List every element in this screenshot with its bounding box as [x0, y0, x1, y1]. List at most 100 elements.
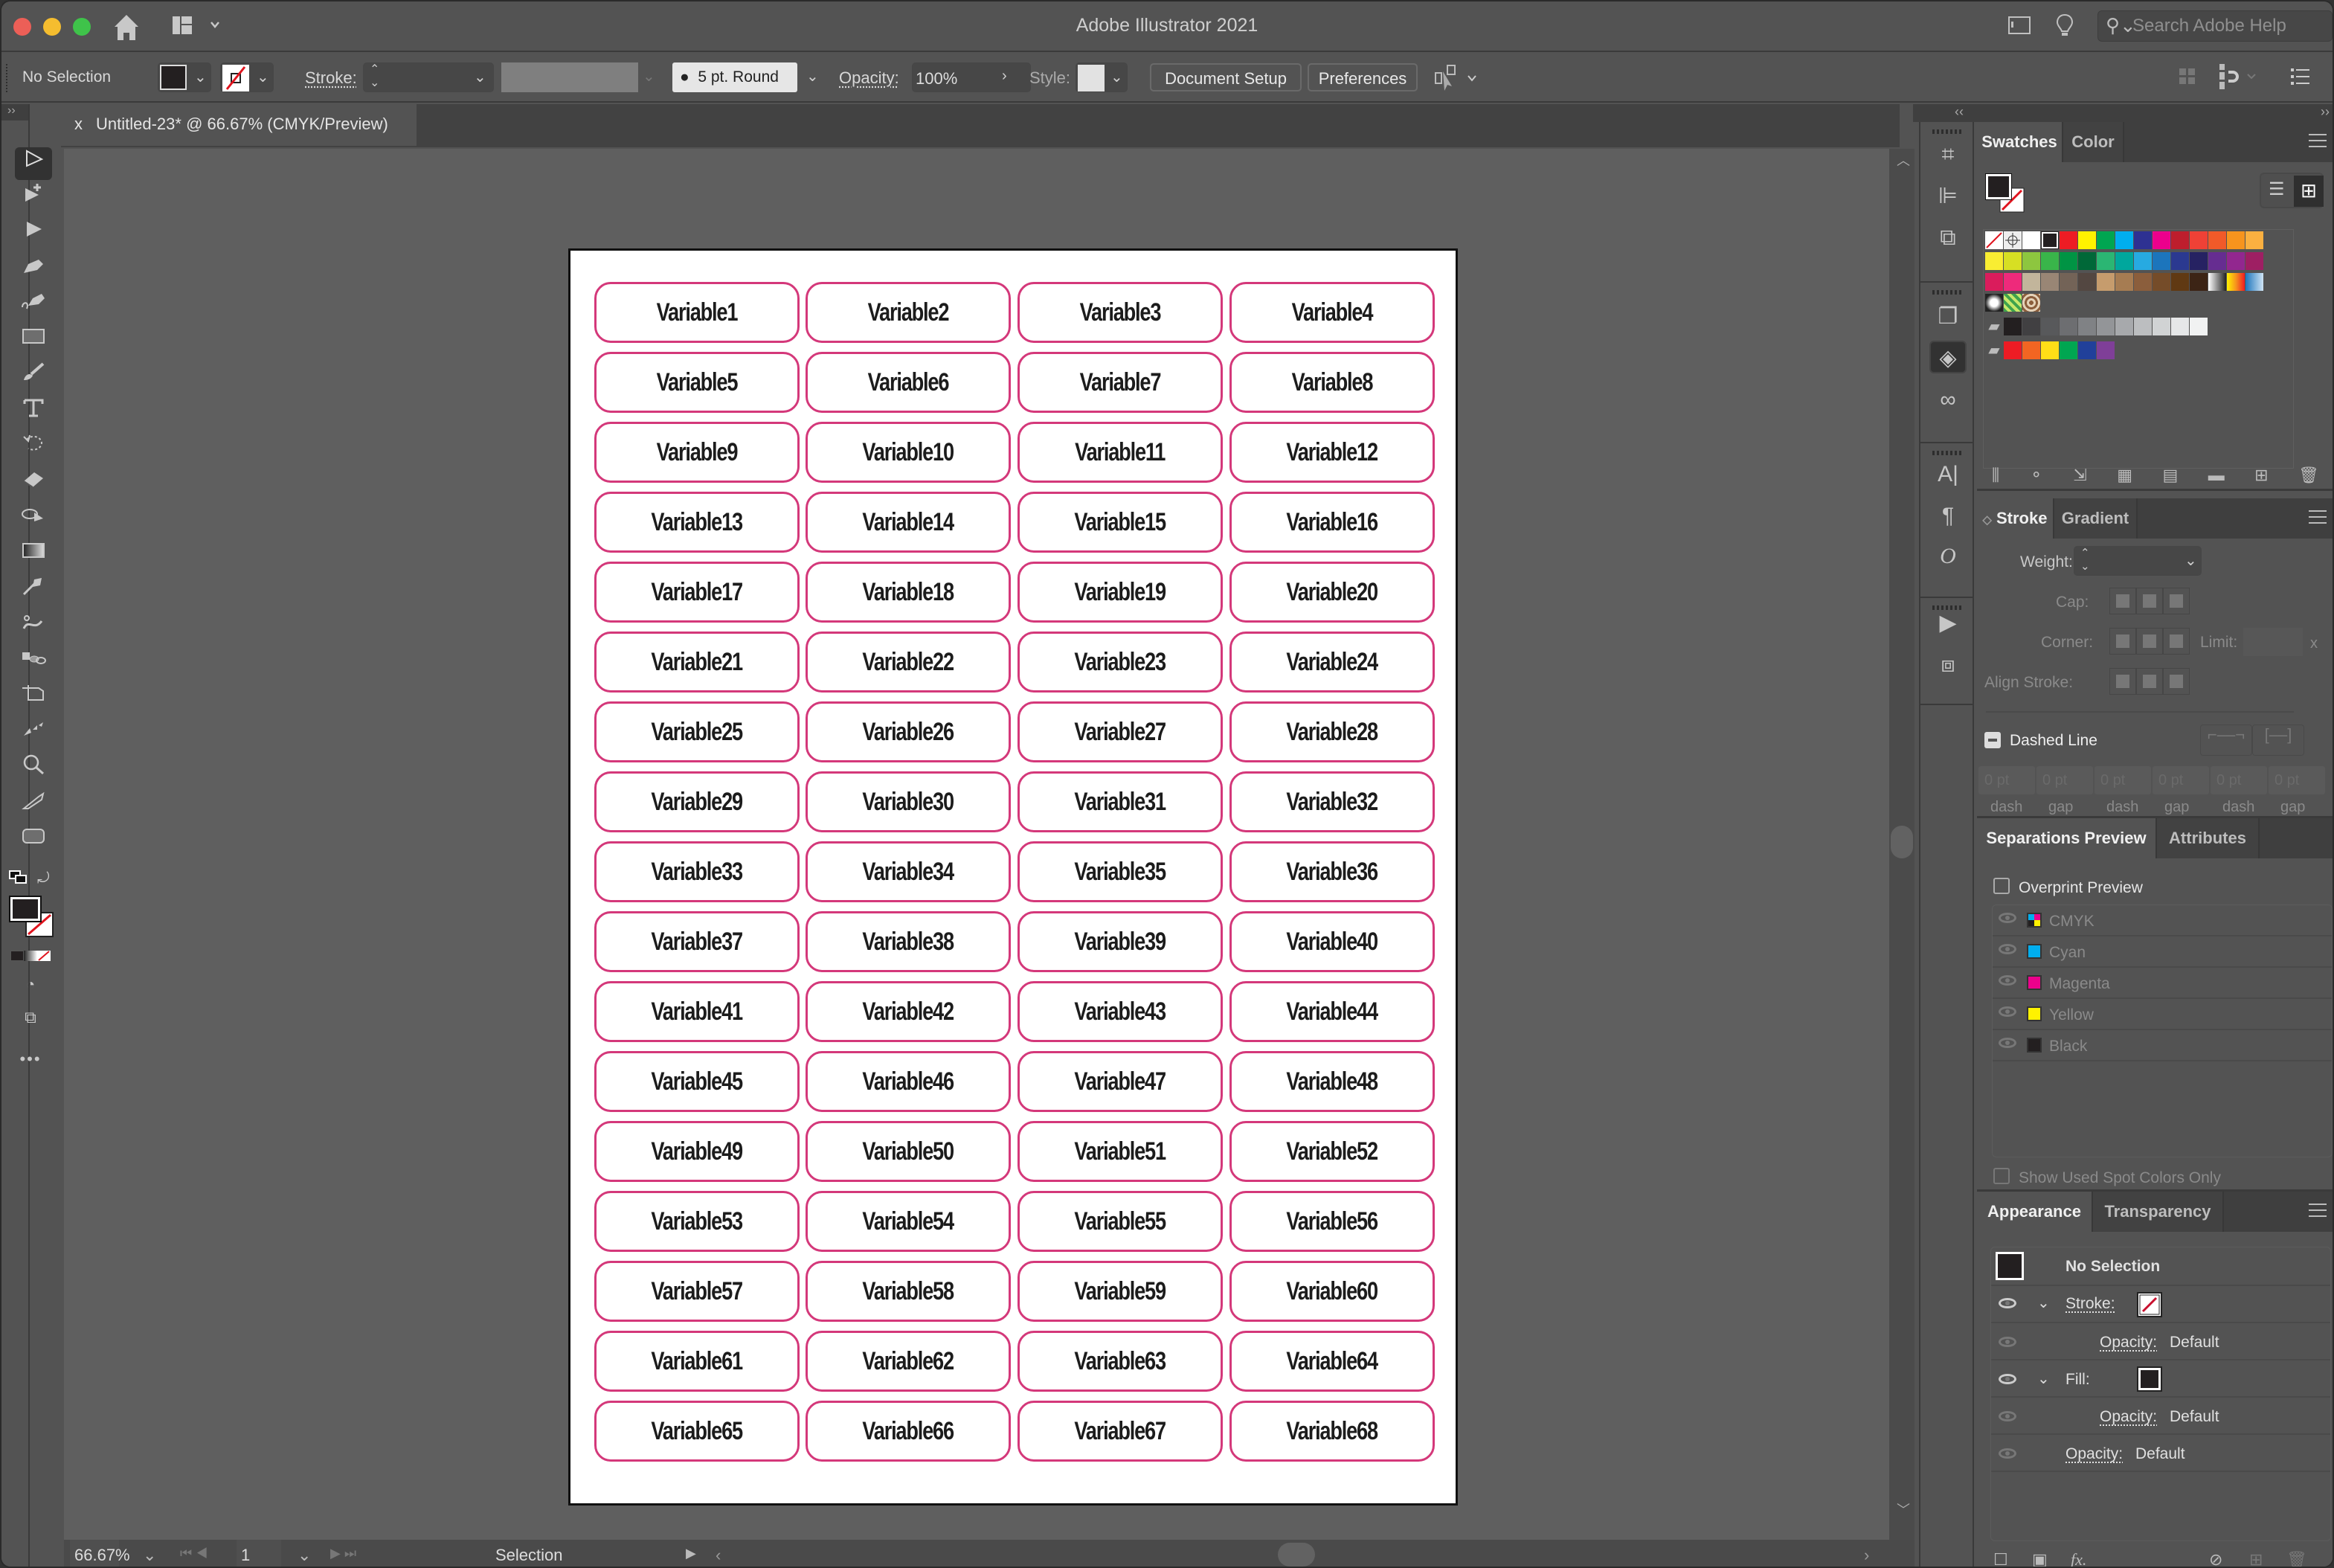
color-swatch[interactable]: [2022, 341, 2040, 359]
variable-label-card[interactable]: Variable23: [1017, 632, 1223, 693]
paragraph-panel-icon[interactable]: ¶: [1929, 500, 1967, 533]
search-adobe-help-input[interactable]: ⚲⌄ Search Adobe Help: [2097, 10, 2333, 42]
chevron-down-icon[interactable]: ⌄: [2184, 551, 2197, 570]
variable-label-card[interactable]: Variable53: [594, 1191, 800, 1252]
align-panel-icon[interactable]: ⊫: [1929, 180, 1967, 213]
color-swatch[interactable]: [2022, 273, 2040, 291]
variable-label-card[interactable]: Variable44: [1229, 981, 1435, 1042]
align-inside-button[interactable]: [2136, 668, 2163, 695]
color-swatch[interactable]: [2115, 273, 2133, 291]
variable-label-card[interactable]: Variable14: [806, 492, 1011, 553]
variable-label-card[interactable]: Variable58: [806, 1261, 1011, 1322]
visibility-eye-icon[interactable]: [1999, 1411, 2016, 1421]
rounded-rectangle-tool[interactable]: [15, 824, 52, 857]
swatch-options-icon[interactable]: ▦: [2117, 466, 2132, 485]
panel-menu-icon[interactable]: [2309, 134, 2327, 147]
color-swatch[interactable]: [2041, 231, 2059, 249]
color-swatch[interactable]: [2097, 252, 2115, 270]
color-swatch[interactable]: [2134, 273, 2152, 291]
variable-label-card[interactable]: Variable41: [594, 981, 800, 1042]
status-menu-icon[interactable]: ▶: [686, 1540, 696, 1567]
scroll-left-icon[interactable]: ‹: [716, 1540, 721, 1567]
variable-label-card[interactable]: Variable9: [594, 422, 800, 483]
list-view-icon[interactable]: ☰: [2269, 181, 2286, 199]
zoom-tool[interactable]: [15, 753, 52, 785]
eraser-tool[interactable]: [15, 467, 52, 500]
variable-label-card[interactable]: Variable62: [806, 1331, 1011, 1392]
disclosure-chevron-icon[interactable]: ⌄: [2037, 1369, 2050, 1388]
color-swatch[interactable]: [2078, 252, 2096, 270]
orange-yellow-gradient-swatch[interactable]: [2227, 273, 2245, 291]
delete-swatch-icon[interactable]: 🗑: [2298, 466, 2319, 485]
white-black-gradient-swatch[interactable]: [2208, 273, 2226, 291]
add-new-effect-icon[interactable]: fx.: [2071, 1550, 2086, 1567]
tab-transparency[interactable]: Transparency: [2093, 1192, 2224, 1232]
variable-label-card[interactable]: Variable5: [594, 352, 800, 413]
round-cap-button[interactable]: [2136, 588, 2163, 614]
variable-label-card[interactable]: Variable59: [1017, 1261, 1223, 1322]
panel-group-grip[interactable]: [1932, 129, 1964, 134]
fill-opacity-row[interactable]: Opacity: Default: [1991, 1399, 2330, 1435]
gap-field[interactable]: 0 pt: [2153, 766, 2209, 794]
plate-row[interactable]: Yellow: [1993, 999, 2332, 1030]
visibility-eye-icon[interactable]: [1999, 944, 2016, 954]
color-swatch[interactable]: [2190, 318, 2208, 335]
opacity-label[interactable]: Opacity:: [839, 68, 899, 88]
lightbulb-icon[interactable]: [2056, 13, 2074, 39]
duplicate-item-icon[interactable]: ⊞: [2249, 1550, 2263, 1567]
variable-label-card[interactable]: Variable2: [806, 282, 1011, 343]
align-outside-button[interactable]: [2163, 668, 2190, 695]
new-swatch-icon[interactable]: ⊞: [2254, 466, 2268, 485]
pathfinder-panel-icon[interactable]: ⧉: [1929, 222, 1967, 254]
variable-label-card[interactable]: Variable19: [1017, 562, 1223, 623]
grid-view-icon[interactable]: ⊞: [2294, 176, 2324, 207]
paintbrush-tool[interactable]: [15, 360, 52, 393]
add-new-fill-icon[interactable]: ▣: [2032, 1550, 2048, 1567]
fill-color-box[interactable]: [9, 896, 42, 922]
add-new-stroke-icon[interactable]: ☐: [1993, 1550, 2008, 1567]
actions-panel-icon[interactable]: ▶: [1929, 607, 1967, 640]
color-swatch[interactable]: [2115, 252, 2133, 270]
variable-label-card[interactable]: Variable51: [1017, 1121, 1223, 1182]
fill-attribute-label[interactable]: Fill:: [2065, 1371, 2090, 1389]
variable-label-card[interactable]: Variable10: [806, 422, 1011, 483]
variable-label-card[interactable]: Variable66: [806, 1401, 1011, 1462]
color-swatch[interactable]: [2004, 318, 2022, 335]
projecting-cap-button[interactable]: [2163, 588, 2190, 614]
document-tab[interactable]: x Untitled-23* @ 66.67% (CMYK/Preview): [61, 104, 417, 146]
opacity-label[interactable]: Opacity:: [2100, 1334, 2157, 1352]
stepper-icon[interactable]: ⌃ ⌄: [2080, 547, 2090, 573]
fade-swatch[interactable]: [1985, 294, 2003, 312]
color-swatch[interactable]: [2078, 231, 2096, 249]
arrange-documents-icon[interactable]: [2008, 15, 2031, 36]
variable-label-card[interactable]: Variable1: [594, 282, 800, 343]
variable-label-card[interactable]: Variable63: [1017, 1331, 1223, 1392]
stroke-none-swatch[interactable]: [2137, 1292, 2162, 1317]
eyedropper-tool[interactable]: [15, 574, 52, 607]
visibility-eye-icon[interactable]: [1999, 913, 2016, 923]
select-similar-icon[interactable]: [1433, 64, 1477, 94]
variable-label-card[interactable]: Variable60: [1229, 1261, 1435, 1322]
fill-color-dropdown[interactable]: ⌄: [158, 62, 211, 92]
place-swatches-icon[interactable]: ⇲: [2073, 466, 2086, 485]
curvature-tool[interactable]: [15, 289, 52, 321]
scroll-up-icon[interactable]: ︿: [1897, 150, 1910, 170]
variable-label-card[interactable]: Variable52: [1229, 1121, 1435, 1182]
blend-tool[interactable]: [15, 646, 52, 678]
variable-label-card[interactable]: Variable16: [1229, 492, 1435, 553]
variable-label-card[interactable]: Variable67: [1017, 1401, 1223, 1462]
first-artboard-icon[interactable]: ⏮ ◀: [180, 1540, 208, 1567]
variable-label-card[interactable]: Variable28: [1229, 701, 1435, 762]
gap-field[interactable]: 0 pt: [2269, 766, 2325, 794]
variable-label-card[interactable]: Variable24: [1229, 632, 1435, 693]
fill-color-swatch[interactable]: [2137, 1366, 2162, 1392]
panel-menu-icon[interactable]: [2309, 1204, 2327, 1217]
visibility-eye-icon[interactable]: [1999, 975, 2016, 986]
visibility-eye-icon[interactable]: [1999, 1298, 2016, 1308]
color-swatch[interactable]: [2004, 273, 2022, 291]
variable-label-card[interactable]: Variable4: [1229, 282, 1435, 343]
variable-width-profile[interactable]: [501, 62, 638, 92]
shape-builder-tool[interactable]: [15, 503, 52, 536]
tab-swatches[interactable]: Swatches: [1977, 122, 2063, 162]
variable-label-card[interactable]: Variable26: [806, 701, 1011, 762]
